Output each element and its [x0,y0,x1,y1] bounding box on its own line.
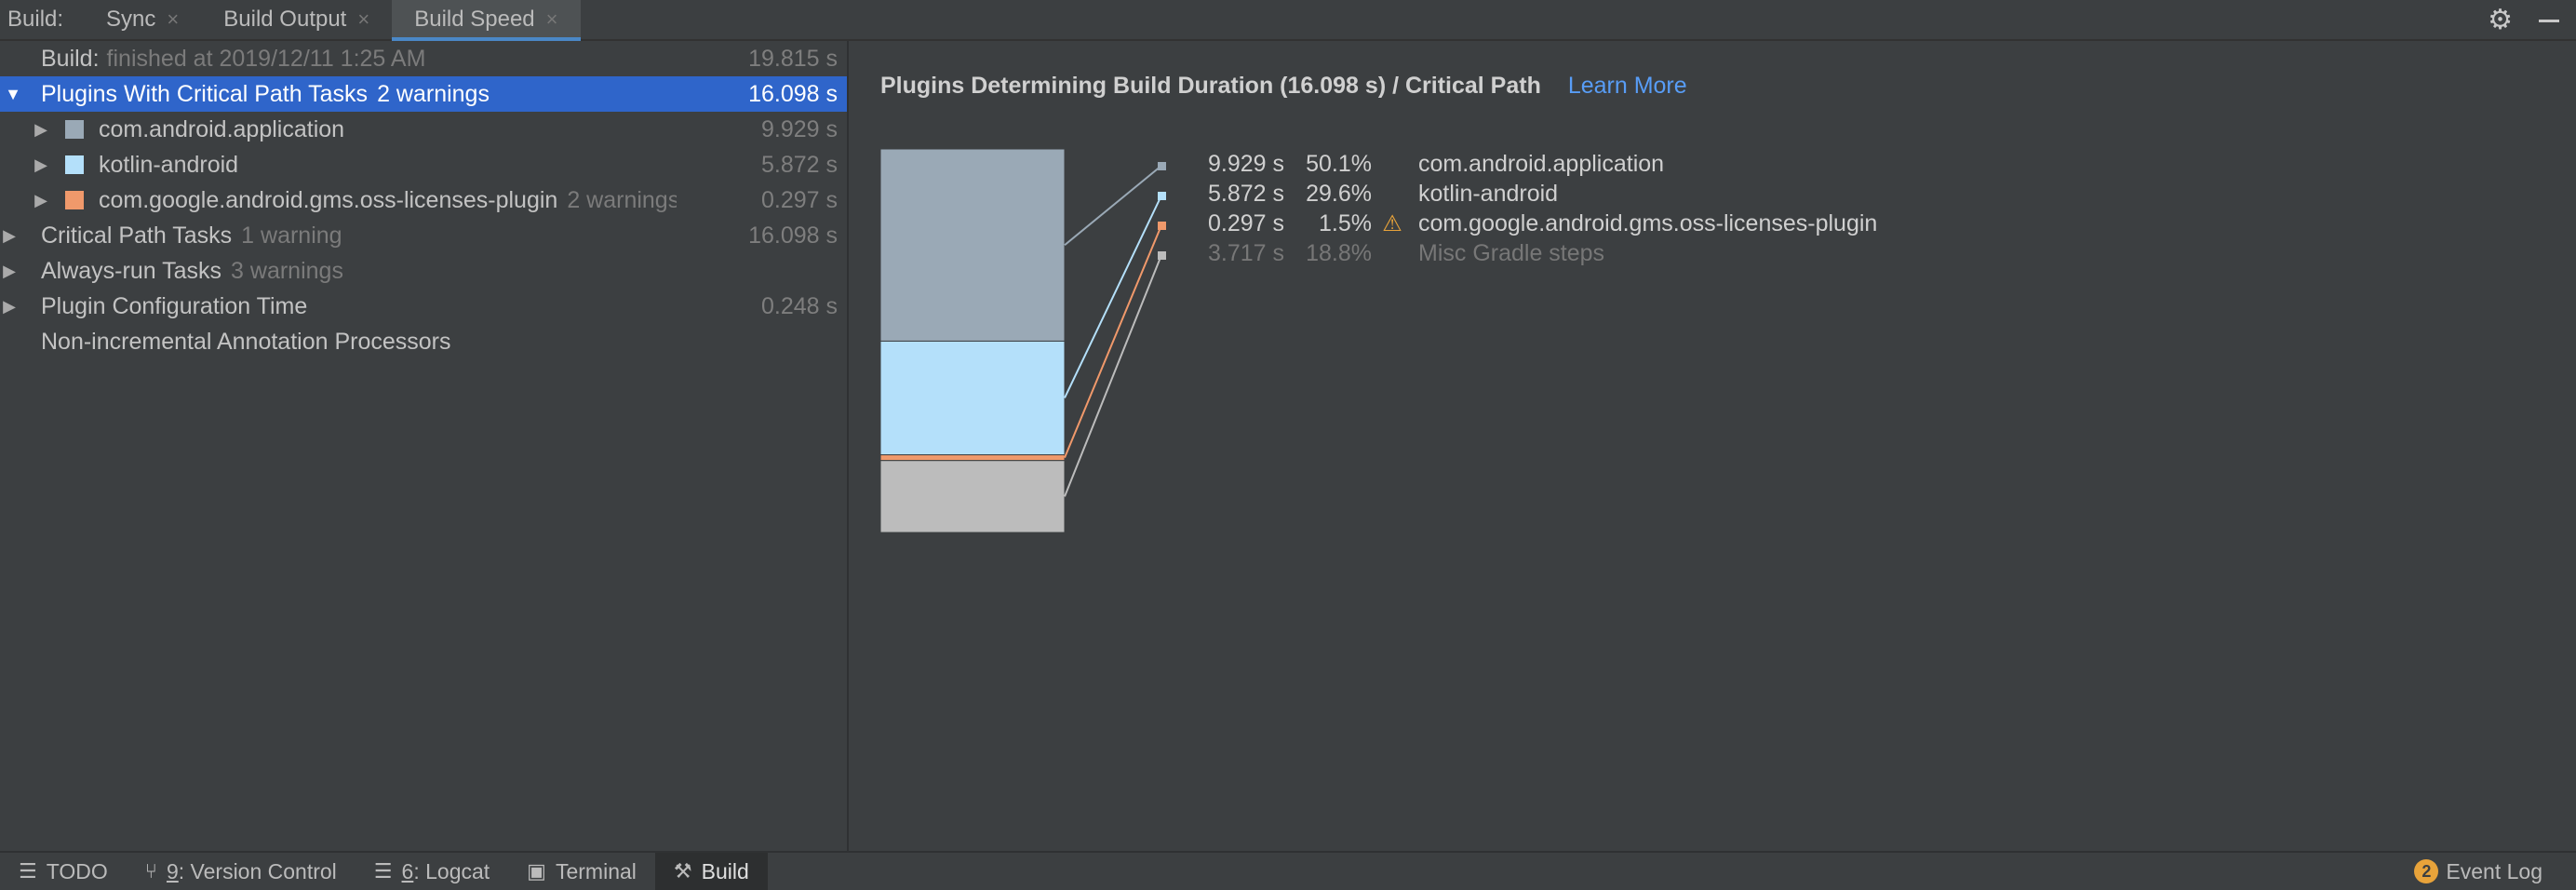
chart-data-label-percent: 18.8% [1306,240,1372,266]
tree-row-detail: 1 warning [241,222,342,249]
chart-data-label-percent: 1.5% [1319,210,1372,236]
tab-label: Build Output [223,7,347,32]
tree-row-label: Build: [41,45,100,72]
tree-row-plugin-android-application[interactable]: ▶ com.android.application 9.929 s [0,112,847,147]
terminal-tool-button[interactable]: ▣ Terminal [508,853,655,890]
tree-row-label: Critical Path Tasks [41,222,233,249]
tree-row-duration: 16.098 s [748,222,838,249]
tool-button-label: Terminal [555,858,637,883]
color-swatch [65,120,84,139]
tree-row-plugins-critical-path[interactable]: ▼ Plugins With Critical Path Tasks 2 war… [0,76,847,112]
tool-button-label: 9: Version Control [167,859,337,884]
chart-data-label-duration: 9.929 s [1207,151,1284,177]
hammer-icon: ⚒ [673,859,692,883]
chart-series-name: Misc Gradle steps [1418,240,1605,266]
tool-button-text: : Logcat [413,858,490,883]
tool-button-label: Event Log [2446,858,2542,883]
tree-row-duration: 5.872 s [760,151,838,178]
tree-row-label: Always-run Tasks [41,257,222,284]
tool-button-text: : Version Control [178,858,337,883]
chart-data-label-duration: 5.872 s [1207,181,1284,207]
tree-row-plugin-configuration-time[interactable]: ▶ Plugin Configuration Time 0.248 s [0,289,847,324]
tree-row-detail: 3 warnings [231,257,343,284]
logcat-tool-button[interactable]: ☰ 6: Logcat [356,853,508,890]
tab-build-output[interactable]: Build Output × [201,0,392,40]
tool-button-label: TODO [46,858,108,883]
tree-row-duration: 16.098 s [745,80,838,108]
tree-row-detail: 2 warnings [567,186,678,213]
chevron-right-icon[interactable]: ▶ [32,120,50,140]
header-actions: ⚙ [2488,0,2559,41]
tree-row-label: kotlin-android [99,151,239,178]
tool-window-bar: ☰ TODO ⑂ 9: Version Control ☰ 6: Logcat … [0,851,2576,890]
tree-row-always-run-tasks[interactable]: ▶ Always-run Tasks 3 warnings [0,253,847,289]
tool-button-shortcut: 6 [401,858,414,883]
notification-count-badge: 2 [2414,859,2439,883]
tool-button-label: Build [701,858,749,883]
build-speed-details: Plugins Determining Build Duration (16.0… [851,41,2576,851]
tab-sync[interactable]: Sync × [84,0,201,40]
gear-icon[interactable]: ⚙ [2488,7,2513,34]
terminal-icon: ▣ [527,859,546,883]
tree-row-detail: 2 warnings [377,80,490,107]
tree-row-duration: 19.815 s [748,45,838,72]
tool-window-header: Build: Sync × Build Output × Build Speed… [0,0,2576,42]
tree-row-duration: 0.297 s [757,186,838,214]
tree-row-label: Plugin Configuration Time [41,292,308,319]
chart-series-name: kotlin-android [1418,181,1559,207]
chart-bar-segment[interactable] [879,460,1066,533]
tree-row-detail: finished at 2019/12/11 1:25 AM [106,45,426,72]
chart-bar-segment[interactable] [879,454,1066,462]
close-icon[interactable]: × [357,7,369,32]
tree-row-duration: 9.929 s [760,115,838,142]
tree-row-label: com.google.android.gms.oss-licenses-plug… [99,186,558,213]
list-icon: ☰ [19,859,37,883]
color-swatch [65,191,84,209]
tab-build-speed[interactable]: Build Speed × [392,0,581,42]
chevron-right-icon[interactable]: ▶ [0,226,19,246]
tree-row-build-summary[interactable]: Build: finished at 2019/12/11 1:25 AM 19… [0,41,847,76]
chart-series-name: com.google.android.gms.oss-licenses-plug… [1418,210,1878,236]
build-tool-button[interactable]: ⚒ Build [654,853,768,890]
chevron-right-icon[interactable]: ▶ [32,155,50,175]
tree-row-annotation-processors[interactable]: Non-incremental Annotation Processors [0,324,847,359]
chart-data-label-percent: 50.1% [1306,151,1372,177]
chart-series-name: com.android.application [1418,151,1665,177]
tool-window-title: Build: [7,7,64,32]
tree-row-label: Non-incremental Annotation Processors [41,328,451,355]
close-icon[interactable]: × [167,7,179,32]
tree-row-label: Plugins With Critical Path Tasks [41,80,369,107]
todo-tool-button[interactable]: ☰ TODO [0,853,127,890]
tab-label: Build Speed [414,7,535,32]
chart-data-label-duration: 0.297 s [1207,210,1284,236]
chevron-down-icon[interactable]: ▼ [4,85,22,104]
branch-icon: ⑂ [144,859,157,883]
close-icon[interactable]: × [546,7,558,32]
warning-icon: ⚠ [1382,211,1402,236]
tree-row-plugin-kotlin-android[interactable]: ▶ kotlin-android 5.872 s [0,147,847,182]
tree-row-plugin-oss-licenses[interactable]: ▶ com.google.android.gms.oss-licenses-pl… [0,182,847,218]
tree-row-critical-path-tasks[interactable]: ▶ Critical Path Tasks 1 warning 16.098 s [0,218,847,253]
tree-row-label: com.android.application [99,115,345,142]
chevron-right-icon[interactable]: ▶ [32,191,50,210]
event-log-button[interactable]: 2 Event Log [2395,853,2561,890]
build-speed-tree: Build: finished at 2019/12/11 1:25 AM 19… [0,41,849,851]
logcat-icon: ☰ [373,859,393,883]
chart-legend: 9.929 s 50.1% com.android.application 5.872… [851,41,2576,413]
chart-data-label-percent: 29.6% [1306,181,1372,207]
minimize-icon[interactable] [2539,19,2559,22]
tool-button-label: 6: Logcat [402,859,490,884]
chevron-right-icon[interactable]: ▶ [0,297,19,317]
color-swatch [65,155,84,174]
chart-data-label-duration: 3.717 s [1207,240,1284,266]
tool-button-shortcut: 9 [166,858,179,883]
chevron-right-icon[interactable]: ▶ [0,262,19,281]
tree-row-duration: 0.248 s [760,292,838,319]
version-control-tool-button[interactable]: ⑂ 9: Version Control [127,853,356,890]
tab-label: Sync [106,7,156,32]
